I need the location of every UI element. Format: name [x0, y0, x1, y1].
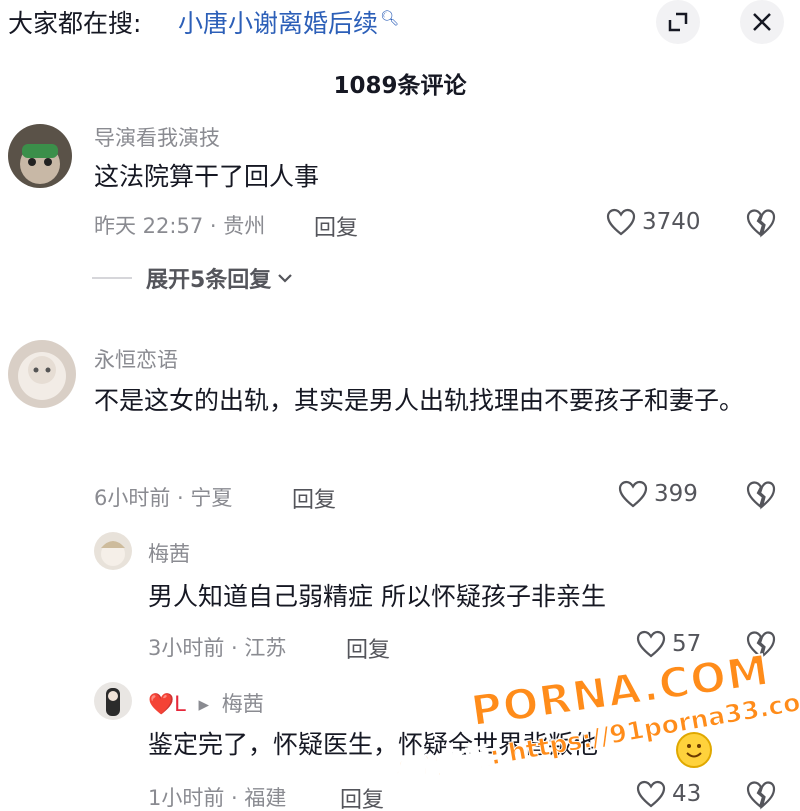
broken-heart-icon	[746, 781, 776, 810]
reply-text: 男人知道自己弱精症 所以怀疑孩子非亲生	[148, 582, 606, 611]
reply-button[interactable]: 回复	[340, 782, 384, 811]
reply-to-username[interactable]: 梅茜	[222, 692, 264, 716]
comments-count-title: 1089条评论	[333, 73, 467, 99]
avatar[interactable]	[94, 682, 132, 720]
like-button[interactable]: 3740	[606, 208, 701, 236]
search-icon: 🔍︎	[380, 8, 400, 27]
expand-replies-button[interactable]: 展开5条回复	[92, 262, 293, 294]
reply-username[interactable]: ❤️L ▸ 梅茜	[148, 688, 264, 718]
reply-username[interactable]: 梅茜	[148, 538, 190, 568]
top-bar: 大家都在搜: 小唐小谢离婚后续 🔍︎	[0, 0, 800, 44]
heart-icon	[636, 630, 666, 658]
comment-meta: 昨天 22:57 · 贵州	[94, 214, 266, 238]
comment-text: 这法院算干了回人事	[94, 162, 320, 191]
comment-meta: 6小时前 · 宁夏	[94, 486, 233, 510]
like-button[interactable]: 43	[636, 780, 701, 808]
comment-username[interactable]: 永恒恋语	[94, 344, 178, 374]
broken-heart-icon	[746, 481, 776, 510]
avatar[interactable]	[8, 124, 72, 188]
like-button[interactable]: 399	[618, 480, 698, 508]
expand-replies-label: 展开5条回复	[146, 268, 272, 293]
trending-search-label: 大家都在搜:	[8, 9, 142, 38]
heart-prefix: ❤️L	[148, 692, 186, 716]
reply-button[interactable]: 回复	[346, 632, 390, 664]
reply-meta: 1小时前 · 福建	[148, 786, 287, 810]
heart-icon	[618, 480, 648, 508]
dislike-button[interactable]	[745, 780, 777, 811]
reply-to-arrow-icon: ▸	[198, 692, 210, 716]
broken-heart-icon	[746, 209, 776, 238]
avatar[interactable]	[94, 532, 132, 570]
dislike-button[interactable]	[745, 208, 777, 242]
avatar[interactable]	[8, 340, 76, 408]
like-count: 57	[672, 631, 702, 657]
like-count: 3740	[642, 209, 701, 235]
reply-button[interactable]: 回复	[314, 210, 358, 242]
collapse-icon	[668, 12, 688, 32]
like-count: 399	[654, 481, 698, 507]
comment-username[interactable]: 导演看我演技	[94, 122, 220, 152]
heart-icon	[636, 780, 666, 808]
reply-button[interactable]: 回复	[292, 482, 336, 514]
dislike-button[interactable]	[745, 480, 777, 514]
like-button[interactable]: 57	[636, 630, 701, 658]
close-button[interactable]	[740, 0, 784, 44]
close-icon	[753, 13, 771, 31]
divider-line	[92, 277, 132, 279]
like-count: 43	[672, 781, 702, 807]
reply-meta: 3小时前 · 江苏	[148, 636, 287, 660]
trending-search-link[interactable]: 小唐小谢离婚后续 🔍︎	[178, 4, 399, 40]
heart-icon	[606, 208, 636, 236]
comment-text: 不是这女的出轨，其实是男人出轨找理由不要孩子和妻子。	[94, 386, 745, 415]
collapse-button[interactable]	[656, 0, 700, 44]
chevron-down-icon	[278, 274, 293, 283]
smile-emoji-icon	[676, 732, 712, 768]
